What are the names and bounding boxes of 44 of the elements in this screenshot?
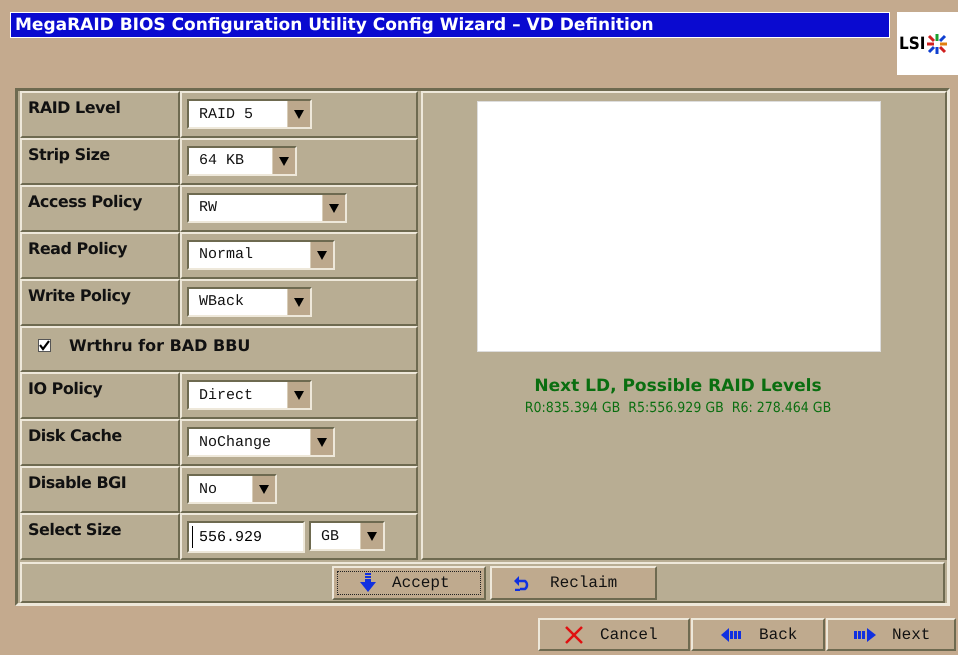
caret-icon [287,382,310,408]
dropdown[interactable]: NoChange [187,427,335,458]
left-arrow-icon [721,628,743,642]
back-button[interactable]: Back [691,618,825,651]
down-arrow-icon [360,572,376,592]
caret-icon [322,194,345,221]
dropdown[interactable]: 64 KB [187,146,297,176]
caret-icon [272,148,295,174]
window-title: MegaRAID BIOS Configuration Utility Config Wizard – VD Definition [10,12,890,38]
cancel-button[interactable]: Cancel [538,618,690,651]
dropdown[interactable]: Direct [187,380,312,410]
field-label: IO Policy [20,372,180,420]
next-button[interactable]: Next [826,618,956,651]
right-arrow-icon [854,628,876,642]
field-label: RAID Level [20,91,180,138]
field-label: Strip Size [20,138,180,185]
caret-icon [360,523,383,550]
caret-icon [310,242,333,268]
caret-icon [287,288,310,315]
dropdown[interactable]: No [187,474,277,504]
caret-icon [252,476,275,502]
field-label: Read Policy [20,232,180,279]
caret-icon [287,101,310,127]
field-label: Write Policy [20,278,180,326]
logo: LSI [899,34,926,54]
dropdown[interactable]: GB [309,521,385,552]
dropdown[interactable]: WBack [187,286,312,317]
logo-icon [926,32,948,54]
close-icon [564,624,584,644]
field-label: Select Size [20,513,180,560]
checkbox[interactable] [38,338,51,352]
field-label: Disk Cache [20,419,180,466]
size-input[interactable]: 556.929 [187,521,305,554]
dropdown[interactable]: RAID 5 [187,99,312,129]
checkbox-label: Wrthru for BAD BBU [69,336,250,355]
accept-button[interactable]: Accept [332,566,486,600]
raid-levels-title: Next LD, Possible RAID Levels [534,376,822,396]
dropdown[interactable]: Normal [187,240,335,270]
caret-icon [310,429,333,456]
raid-level-sizes: R0:835.394 GB R5:556.929 GB R6: 278.464 GB [524,400,832,416]
field-label: Disable BGI [20,466,180,514]
dropdown[interactable]: RW [187,192,347,223]
reclaim-button[interactable]: Reclaim [490,566,657,600]
field-label: Access Policy [20,184,180,232]
